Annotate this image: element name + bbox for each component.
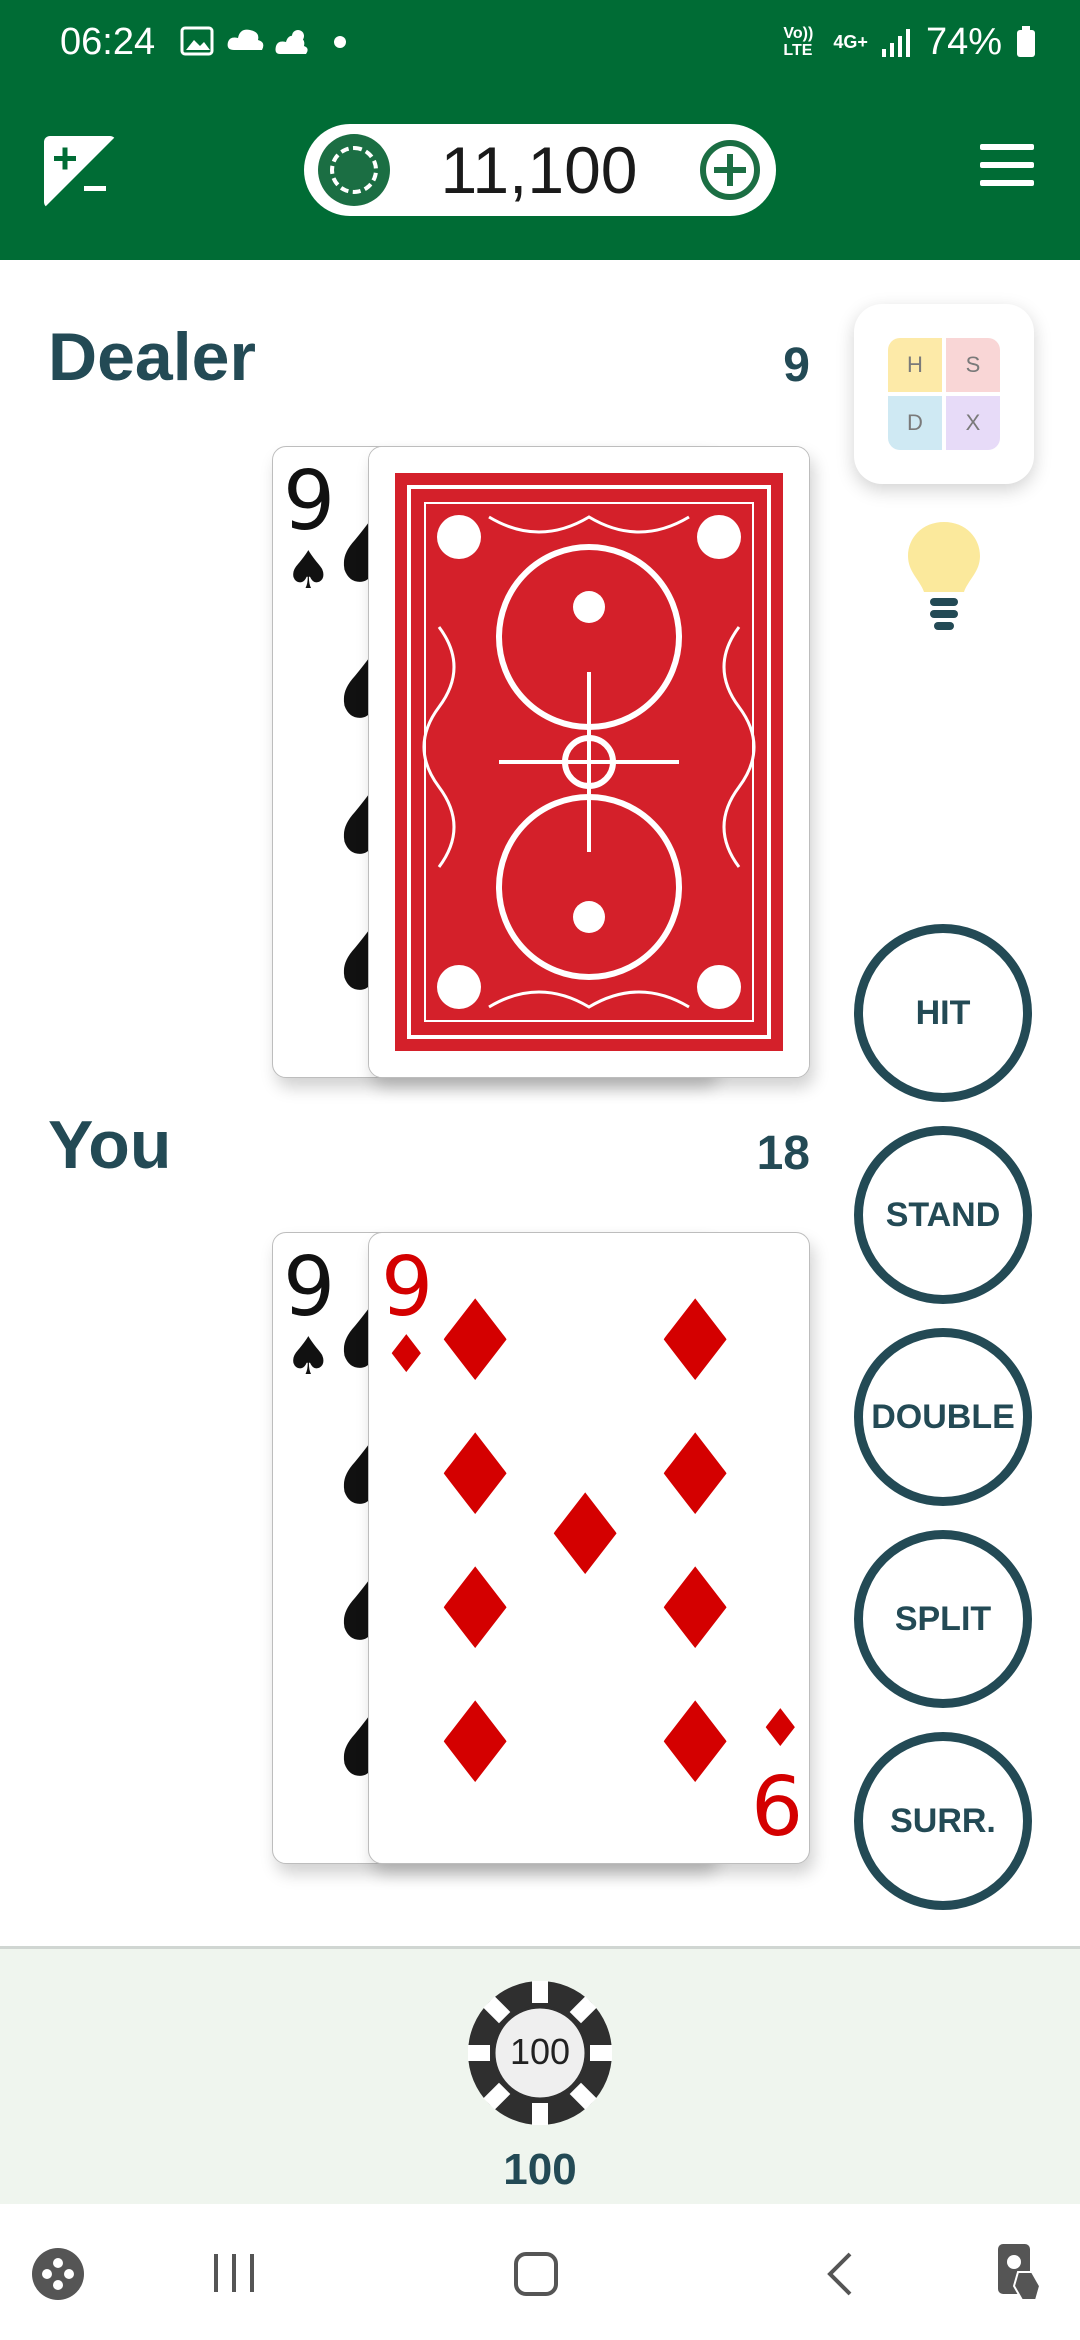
card-back-pattern bbox=[369, 447, 809, 1077]
game-launcher-icon[interactable] bbox=[30, 2246, 86, 2302]
split-button[interactable]: SPLIT bbox=[854, 1530, 1032, 1708]
lightbulb-icon[interactable] bbox=[906, 520, 982, 636]
diamond-pip-center: ♦ bbox=[535, 1471, 636, 1601]
signal-icon bbox=[881, 29, 910, 57]
player-total: 18 bbox=[756, 1127, 810, 1180]
chip-icon bbox=[318, 134, 390, 206]
stand-button[interactable]: STAND bbox=[854, 1126, 1032, 1304]
volte-indicator: Vo)) LTE bbox=[783, 25, 814, 59]
strategy-cell-h: H bbox=[888, 338, 942, 392]
touch-protection-icon[interactable] bbox=[992, 2242, 1048, 2302]
strategy-grid-icon: H S D X bbox=[888, 338, 1000, 450]
hit-button[interactable]: HIT bbox=[854, 924, 1032, 1102]
back-icon[interactable] bbox=[822, 2250, 858, 2298]
strategy-chart-button[interactable]: H S D X bbox=[854, 304, 1034, 484]
cloud-icon bbox=[227, 29, 264, 50]
menu-icon[interactable] bbox=[980, 144, 1034, 196]
strategy-cell-d: D bbox=[888, 396, 942, 450]
add-coins-icon[interactable] bbox=[698, 138, 762, 202]
dealer-card-2-facedown bbox=[368, 446, 810, 1078]
dealer-total: 9 bbox=[783, 339, 810, 392]
chip-value: 100 bbox=[509, 2031, 571, 2072]
double-button[interactable]: DOUBLE bbox=[854, 1328, 1032, 1506]
home-icon[interactable] bbox=[512, 2250, 560, 2298]
status-time: 06:24 bbox=[60, 21, 156, 63]
card-suit: ♦ bbox=[383, 1325, 430, 1385]
player-card-2: 9 ♦ ♦ ♦ ♦ ♦ ♦ ♦ ♦ ♦ ♦ ♦ 6 bbox=[368, 1232, 810, 1864]
balance-amount: 11,100 bbox=[440, 133, 638, 207]
battery-percent: 74% bbox=[925, 21, 1002, 63]
weather-icon bbox=[275, 30, 308, 54]
dot-icon bbox=[334, 36, 346, 48]
app-bar: 11,100 bbox=[0, 84, 1080, 260]
dealer-label: Dealer bbox=[48, 319, 256, 395]
card-suit-bottom: ♦ bbox=[757, 1699, 804, 1759]
battery-icon bbox=[1017, 26, 1035, 57]
diamond-pips-right: ♦ ♦ ♦ ♦ bbox=[645, 1277, 746, 1809]
strategy-cell-s: S bbox=[946, 338, 1000, 392]
navigation-bar bbox=[0, 2204, 1080, 2340]
strategy-cell-x: X bbox=[946, 396, 1000, 450]
diamond-pips-left: ♦ ♦ ♦ ♦ bbox=[425, 1277, 526, 1809]
bet-tray: 100 100 bbox=[0, 1946, 1080, 2207]
bet-chip[interactable]: 100 bbox=[466, 1979, 614, 2127]
stats-icon bbox=[44, 136, 116, 208]
player-label: You bbox=[48, 1107, 172, 1183]
image-icon bbox=[180, 26, 214, 56]
surrender-button[interactable]: SURR. bbox=[854, 1732, 1032, 1910]
network-indicator: 4G+ bbox=[833, 32, 868, 52]
status-bar: 06:24 Vo)) LTE 4G+ 74% bbox=[0, 0, 1080, 84]
bet-amount: 100 bbox=[503, 2145, 577, 2194]
stats-button[interactable] bbox=[44, 136, 116, 208]
card-rank-bottom: 6 bbox=[751, 1760, 804, 1855]
recent-apps-icon[interactable] bbox=[210, 2252, 258, 2294]
balance-pill[interactable]: 11,100 bbox=[304, 124, 776, 216]
